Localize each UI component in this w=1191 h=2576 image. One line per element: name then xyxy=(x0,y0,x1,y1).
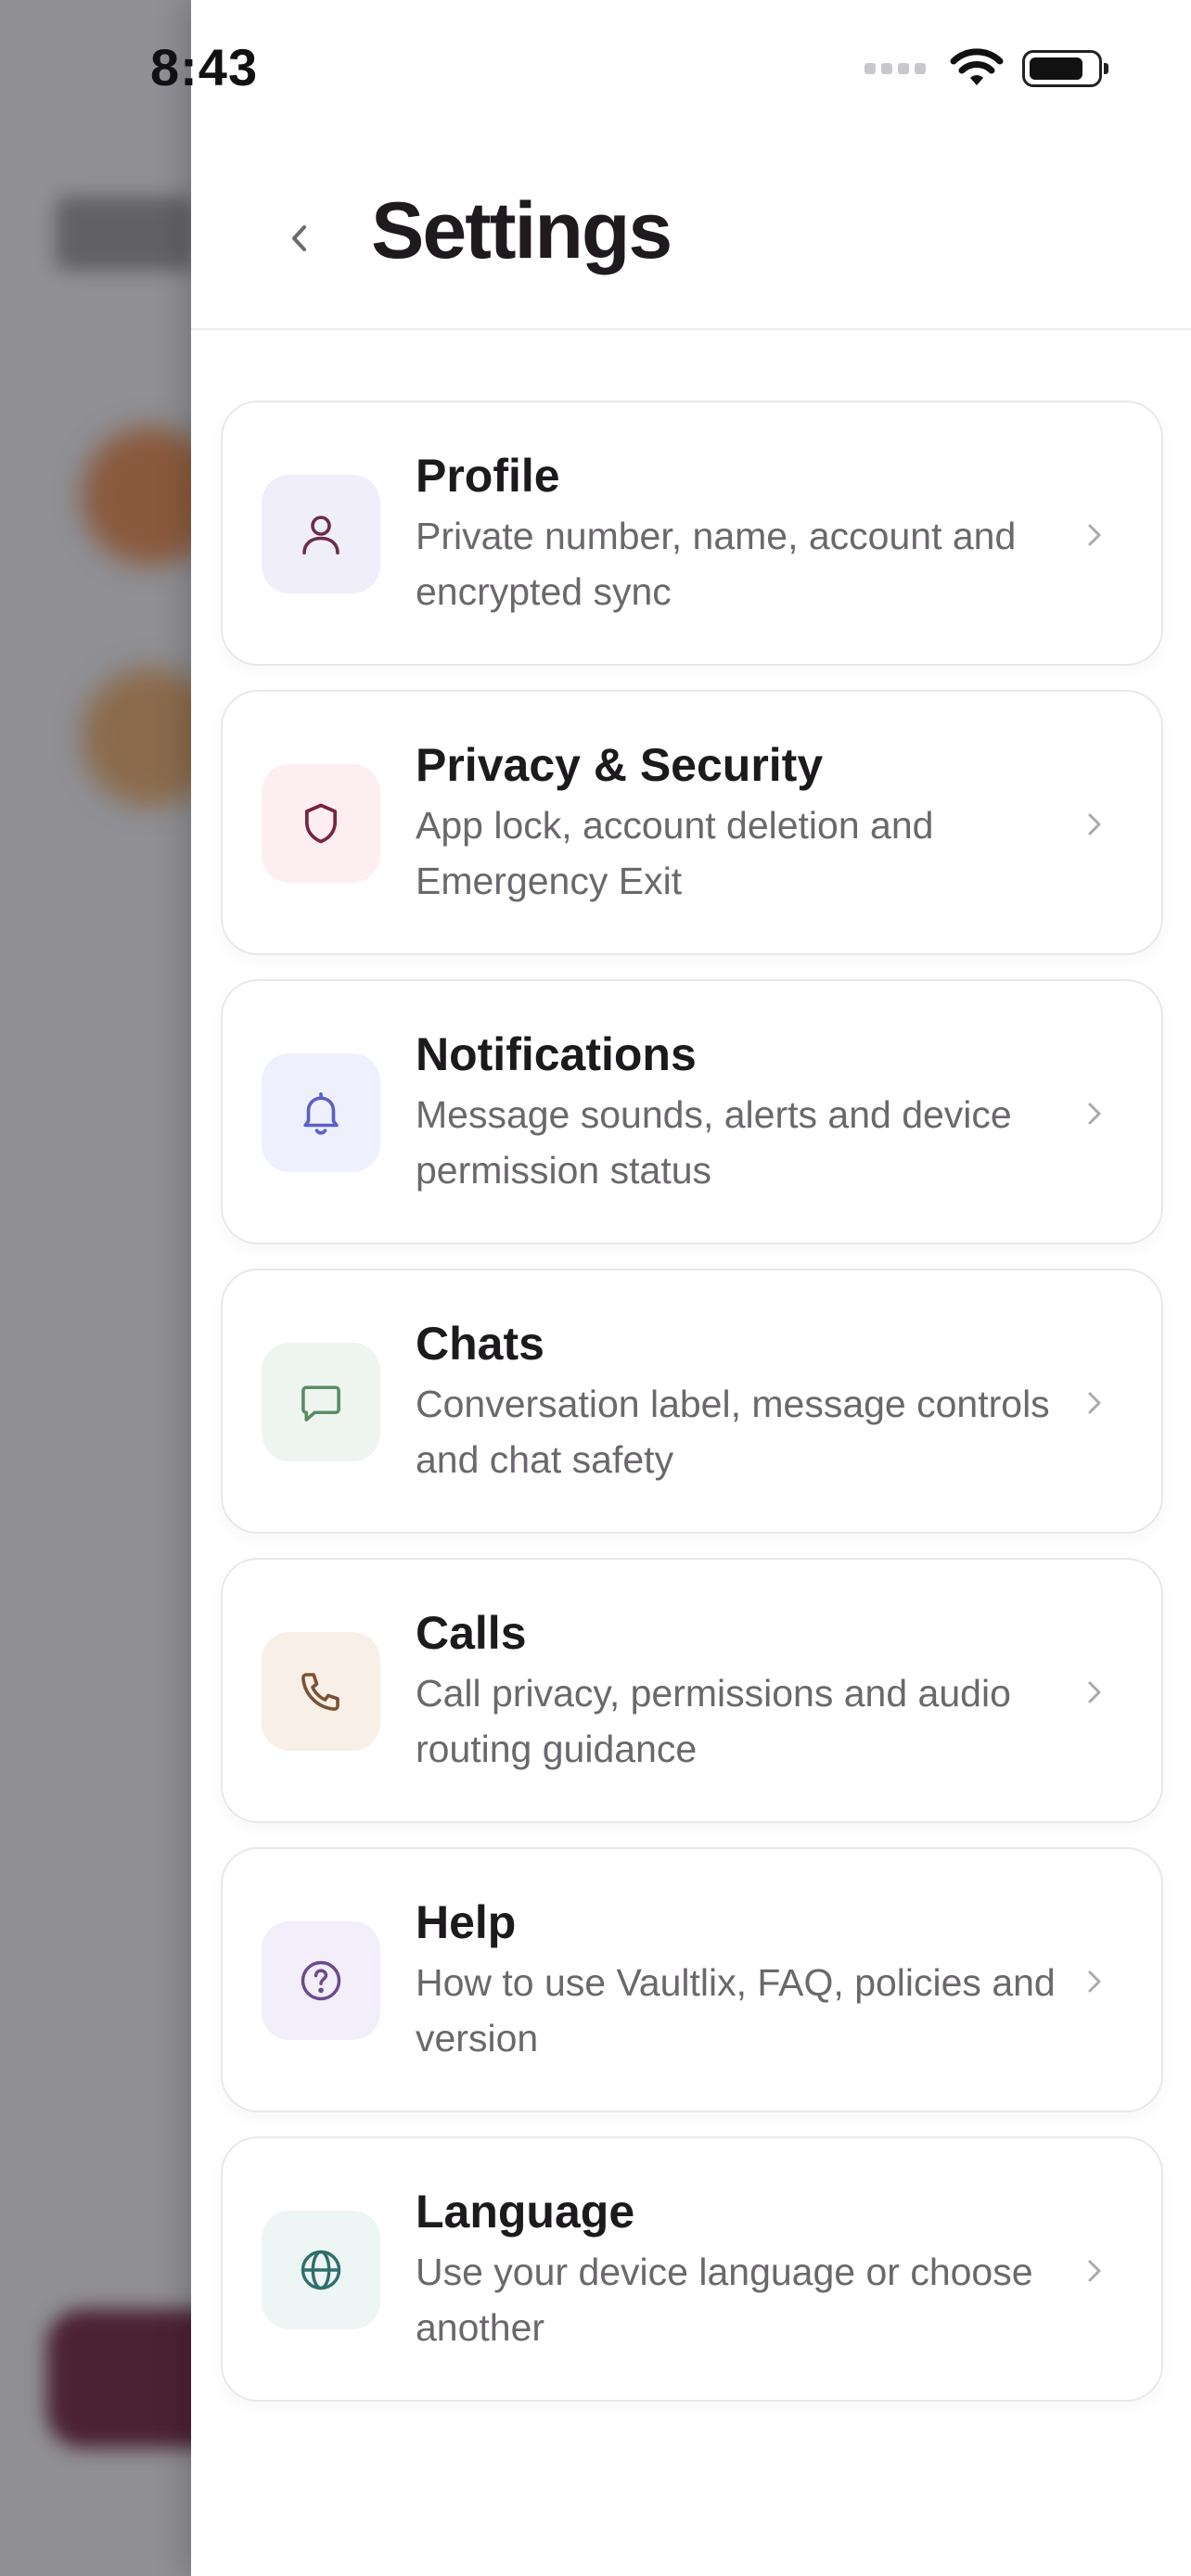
status-icons xyxy=(864,48,1108,89)
settings-item-title: Help xyxy=(416,1896,517,1948)
chevron-right-icon xyxy=(1074,1090,1115,1137)
settings-item-language[interactable]: Language Use your device language or cho… xyxy=(221,2136,1163,2402)
chevron-right-icon xyxy=(1074,1380,1115,1426)
chevron-right-icon xyxy=(1074,1669,1115,1715)
phone-icon xyxy=(301,1673,339,1711)
settings-item-description: Use your device language or choose anoth… xyxy=(416,2251,1033,2349)
settings-item-description: Message sounds, alerts and device permis… xyxy=(416,1093,1012,1192)
status-time: 8:43 xyxy=(150,38,259,96)
chevron-right-icon xyxy=(1074,512,1115,558)
profile-icon-tile xyxy=(262,475,380,593)
globe-icon xyxy=(301,2250,341,2290)
settings-item-profile[interactable]: Profile Private number, name, account an… xyxy=(221,401,1163,666)
chats-icon-tile xyxy=(262,1343,380,1461)
calls-icon-tile xyxy=(262,1632,380,1751)
background-title xyxy=(56,197,195,271)
settings-panel: Settings Profile Private number, name, a… xyxy=(191,0,1191,2576)
chat-bubble-icon xyxy=(301,1385,340,1422)
settings-item-description: Call privacy, permissions and audio rout… xyxy=(416,1672,1011,1770)
settings-item-title: Privacy & Security xyxy=(416,739,824,791)
shield-icon xyxy=(304,803,338,844)
settings-item-privacy-security[interactable]: Privacy & Security App lock, account del… xyxy=(221,690,1163,955)
bell-icon xyxy=(303,1091,339,1135)
back-button[interactable] xyxy=(267,206,332,271)
settings-item-description: Conversation label, message controls and… xyxy=(416,1383,1050,1481)
settings-item-calls[interactable]: Calls Call privacy, permissions and audi… xyxy=(221,1558,1163,1823)
settings-list: Profile Private number, name, account an… xyxy=(221,401,1163,2426)
chevron-right-icon xyxy=(1074,1958,1115,2005)
wifi-icon xyxy=(950,48,1004,85)
language-icon-tile xyxy=(262,2211,380,2329)
privacy-icon-tile xyxy=(262,764,380,883)
signal-icon xyxy=(864,63,926,74)
chevron-right-icon xyxy=(1074,801,1115,848)
settings-item-title: Language xyxy=(416,2186,635,2238)
settings-item-title: Calls xyxy=(416,1607,527,1659)
chevron-right-icon xyxy=(1074,2248,1115,2294)
settings-item-chats[interactable]: Chats Conversation label, message contro… xyxy=(221,1269,1163,1534)
settings-item-title: Notifications xyxy=(416,1028,697,1080)
chevron-left-icon xyxy=(292,225,306,251)
settings-item-description: App lock, account deletion and Emergency… xyxy=(416,804,934,902)
settings-item-help[interactable]: Help How to use Vaultlix, FAQ, policies … xyxy=(221,1847,1163,2112)
settings-item-title: Profile xyxy=(416,450,560,502)
help-icon-tile xyxy=(262,1921,380,2040)
battery-icon xyxy=(1022,50,1108,87)
person-icon xyxy=(302,516,339,555)
notifications-icon-tile xyxy=(262,1053,380,1172)
settings-item-title: Chats xyxy=(416,1318,544,1370)
help-circle-icon xyxy=(301,1960,341,2001)
page-title: Settings xyxy=(371,186,672,275)
settings-item-description: Private number, name, account and encryp… xyxy=(416,515,1017,613)
settings-item-description: How to use Vaultlix, FAQ, policies and v… xyxy=(416,1961,1056,2060)
settings-item-notifications[interactable]: Notifications Message sounds, alerts and… xyxy=(221,979,1163,1244)
